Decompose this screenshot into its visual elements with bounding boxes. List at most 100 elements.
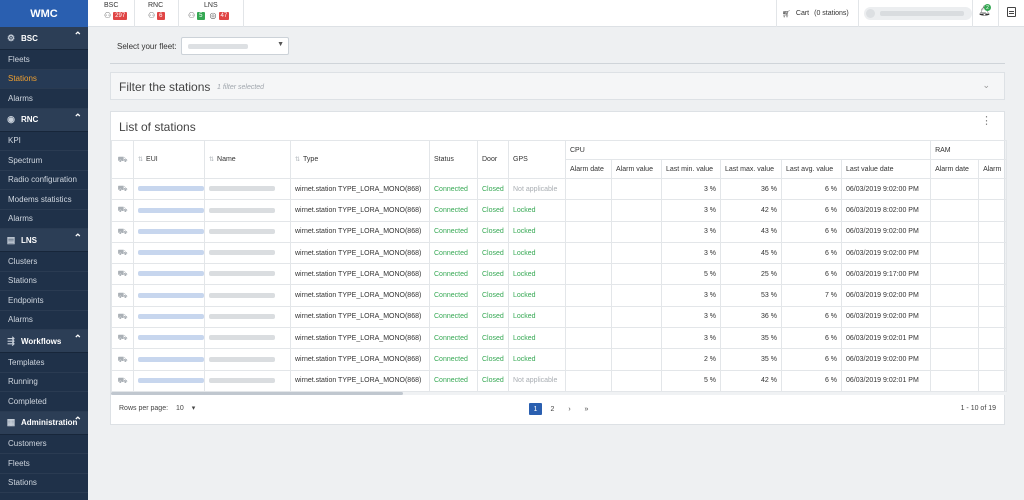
col-name[interactable]: ⇅ Name xyxy=(204,140,291,179)
horizontal-scrollbar[interactable] xyxy=(111,392,1006,395)
eui-redacted[interactable] xyxy=(138,314,204,320)
document-icon[interactable] xyxy=(1007,7,1016,17)
sidebar-item-stations[interactable]: Stations xyxy=(0,474,88,493)
sidebar-item-spectrum[interactable]: Spectrum xyxy=(0,151,88,171)
next-page-button[interactable]: › xyxy=(563,403,576,415)
add-to-cart-icon[interactable]: ⛟︎ xyxy=(117,248,127,257)
eui-redacted[interactable] xyxy=(138,250,204,256)
cart-button[interactable]: 🛒︎ Cart (0 stations) xyxy=(782,0,849,27)
notifications-button[interactable]: 🔔︎ 2 xyxy=(978,4,991,17)
cell-cpu-alarm-value xyxy=(611,305,662,329)
sidebar-item-completed[interactable]: Completed xyxy=(0,392,88,412)
add-to-cart-icon[interactable]: ⛟︎ xyxy=(117,184,127,193)
rows-per-page-select[interactable]: 10 ▾ xyxy=(176,405,195,412)
page-1-button[interactable]: 1 xyxy=(529,403,542,415)
cpu-group-header: CPU xyxy=(564,140,932,160)
table-row[interactable]: ⛟︎ wirnet.station TYPE_LORA_MONO(868) Conn… xyxy=(111,263,1008,286)
sidebar-item-alarms[interactable]: Alarms xyxy=(0,311,88,330)
col-ram-alarm-date[interactable]: Alarm date xyxy=(930,159,980,179)
fleet-select[interactable]: ▼ xyxy=(181,37,289,55)
chevron-up-icon[interactable]: ⌃ xyxy=(74,113,82,124)
sidebar-item-modems-statistics[interactable]: Modems statistics xyxy=(0,190,88,210)
sidebar-item-templates[interactable]: Templates xyxy=(0,353,88,373)
chevron-down-icon[interactable]: ⌄ xyxy=(982,80,990,91)
user-menu[interactable] xyxy=(864,7,972,20)
eui-redacted[interactable] xyxy=(138,356,204,362)
table-row[interactable]: ⛟︎ wirnet.station TYPE_LORA_MONO(868) Conn… xyxy=(111,348,1008,371)
table-row[interactable]: ⛟︎ wirnet.station TYPE_LORA_MONO(868) Conn… xyxy=(111,327,1008,350)
add-to-cart-icon[interactable]: ⛟︎ xyxy=(117,269,127,278)
sidebar-item-fleets[interactable]: Fleets xyxy=(0,454,88,474)
chevron-down-icon: ▾ xyxy=(191,405,196,412)
cell xyxy=(204,241,291,265)
select-all-icon[interactable]: ⛟︎ xyxy=(111,140,134,179)
add-to-cart-icon[interactable]: ⛟︎ xyxy=(117,333,127,342)
col-cpu-last-avg[interactable]: Last avg. value xyxy=(781,159,842,179)
last-page-button[interactable]: » xyxy=(580,403,593,415)
add-to-cart-icon[interactable]: ⛟︎ xyxy=(117,291,127,300)
chevron-up-icon[interactable]: ⌃ xyxy=(74,416,82,427)
sidebar-item-running[interactable]: Running xyxy=(0,373,88,392)
table-row[interactable]: ⛟︎ wirnet.station TYPE_LORA_MONO(868) Conn… xyxy=(111,369,1008,392)
sidebar-section-workflows[interactable]: ⇶ Workflows ⌃ xyxy=(0,330,88,353)
sidebar-section-lns[interactable]: ▤ LNS ⌃ xyxy=(0,229,88,252)
rnc-status[interactable]: RNC ⚇ 6 xyxy=(148,2,165,20)
table-row[interactable]: ⛟︎ wirnet.station TYPE_LORA_MONO(868) Conn… xyxy=(111,284,1008,307)
sidebar-item-alarms[interactable]: Alarms xyxy=(0,89,88,109)
eui-redacted[interactable] xyxy=(138,271,204,277)
brand-logo[interactable]: WMC xyxy=(0,0,88,27)
cell-ram-alarm-value xyxy=(978,241,1008,265)
sidebar-item-alarms[interactable]: Alarms xyxy=(0,210,88,229)
eui-redacted[interactable] xyxy=(138,377,204,383)
sidebar-item-kpi[interactable]: KPI xyxy=(0,132,88,151)
chevron-up-icon[interactable]: ⌃ xyxy=(74,334,82,345)
more-options-icon[interactable]: ⋮ xyxy=(981,116,992,127)
sidebar-section-bsc[interactable]: ⚙ BSC ⌃ xyxy=(0,27,88,50)
sidebar-section-rnc[interactable]: ◉ RNC ⌃ xyxy=(0,108,88,132)
cell-cpu-last-min: 2 % xyxy=(661,348,721,371)
add-to-cart-icon[interactable]: ⛟︎ xyxy=(117,227,127,236)
lns-status[interactable]: LNS ⚇ 5 ◎ 47 xyxy=(188,2,230,20)
bsc-status[interactable]: BSC ⚇ 297 xyxy=(104,2,128,20)
col-cpu-last-date[interactable]: Last value date xyxy=(840,159,932,179)
add-to-cart-icon[interactable]: ⛟︎ xyxy=(117,312,127,321)
table-row[interactable]: ⛟︎ wirnet.station TYPE_LORA_MONO(868) Conn… xyxy=(111,305,1008,329)
eui-redacted[interactable] xyxy=(138,186,204,192)
add-to-cart-icon[interactable]: ⛟︎ xyxy=(117,355,127,364)
sidebar-item-customers[interactable]: Customers xyxy=(0,435,88,454)
eui-redacted[interactable] xyxy=(138,207,204,213)
col-gps[interactable]: GPS xyxy=(508,140,566,179)
filter-panel[interactable]: Filter the stations 1 filter selected ⌄ xyxy=(110,72,1005,100)
col-status[interactable]: Status xyxy=(429,140,478,179)
eui-redacted[interactable] xyxy=(138,335,204,341)
add-to-cart-icon[interactable]: ⛟︎ xyxy=(117,205,127,214)
sidebar-item-fleets[interactable]: Fleets xyxy=(0,50,88,70)
sidebar-section-administration[interactable]: ▦ Administration ⌃ xyxy=(0,411,88,435)
col-cpu-last-max[interactable]: Last max. value xyxy=(720,159,782,179)
sidebar-item-stations[interactable]: Stations xyxy=(0,69,88,89)
sidebar-item-endpoints[interactable]: Endpoints xyxy=(0,291,88,311)
table-row[interactable]: ⛟︎ wirnet.station TYPE_LORA_MONO(868) Conn… xyxy=(111,220,1008,243)
eui-redacted[interactable] xyxy=(138,292,204,298)
col-door[interactable]: Door xyxy=(477,140,509,179)
col-type[interactable]: ⇅ Type xyxy=(290,140,430,179)
table-row[interactable]: ⛟︎ wirnet.station TYPE_LORA_MONO(868) Conn… xyxy=(111,199,1008,222)
page-2-button[interactable]: 2 xyxy=(546,403,559,415)
chevron-up-icon[interactable]: ⌃ xyxy=(74,233,82,244)
col-cpu-alarm-value[interactable]: Alarm value xyxy=(611,159,662,179)
eui-redacted[interactable] xyxy=(138,228,204,234)
sidebar-item-clusters[interactable]: Clusters xyxy=(0,252,88,272)
col-ram-alarm-value[interactable]: Alarm xyxy=(978,159,1008,179)
table-row[interactable]: ⛟︎ wirnet.station TYPE_LORA_MONO(868) Conn… xyxy=(111,241,1008,265)
add-to-cart-icon[interactable]: ⛟︎ xyxy=(117,376,127,385)
col-eui[interactable]: ⇅ EUI xyxy=(133,140,205,179)
chevron-up-icon[interactable]: ⌃ xyxy=(74,31,82,42)
sidebar-item-stations[interactable]: Stations xyxy=(0,272,88,291)
cell-cpu-alarm-value xyxy=(611,241,662,265)
table-row[interactable]: ⛟︎ wirnet.station TYPE_LORA_MONO(868) Conn… xyxy=(111,177,1008,201)
sidebar-item-radio-configuration[interactable]: Radio configuration xyxy=(0,171,88,190)
scrollbar-thumb[interactable] xyxy=(111,392,403,395)
col-cpu-alarm-date[interactable]: Alarm date xyxy=(565,159,612,179)
col-cpu-last-min[interactable]: Last min. value xyxy=(661,159,721,179)
table-group-header: ⛟︎ ⇅ EUI ⇅ Name ⇅ Type Status Door GPS CPU … xyxy=(111,140,1008,179)
